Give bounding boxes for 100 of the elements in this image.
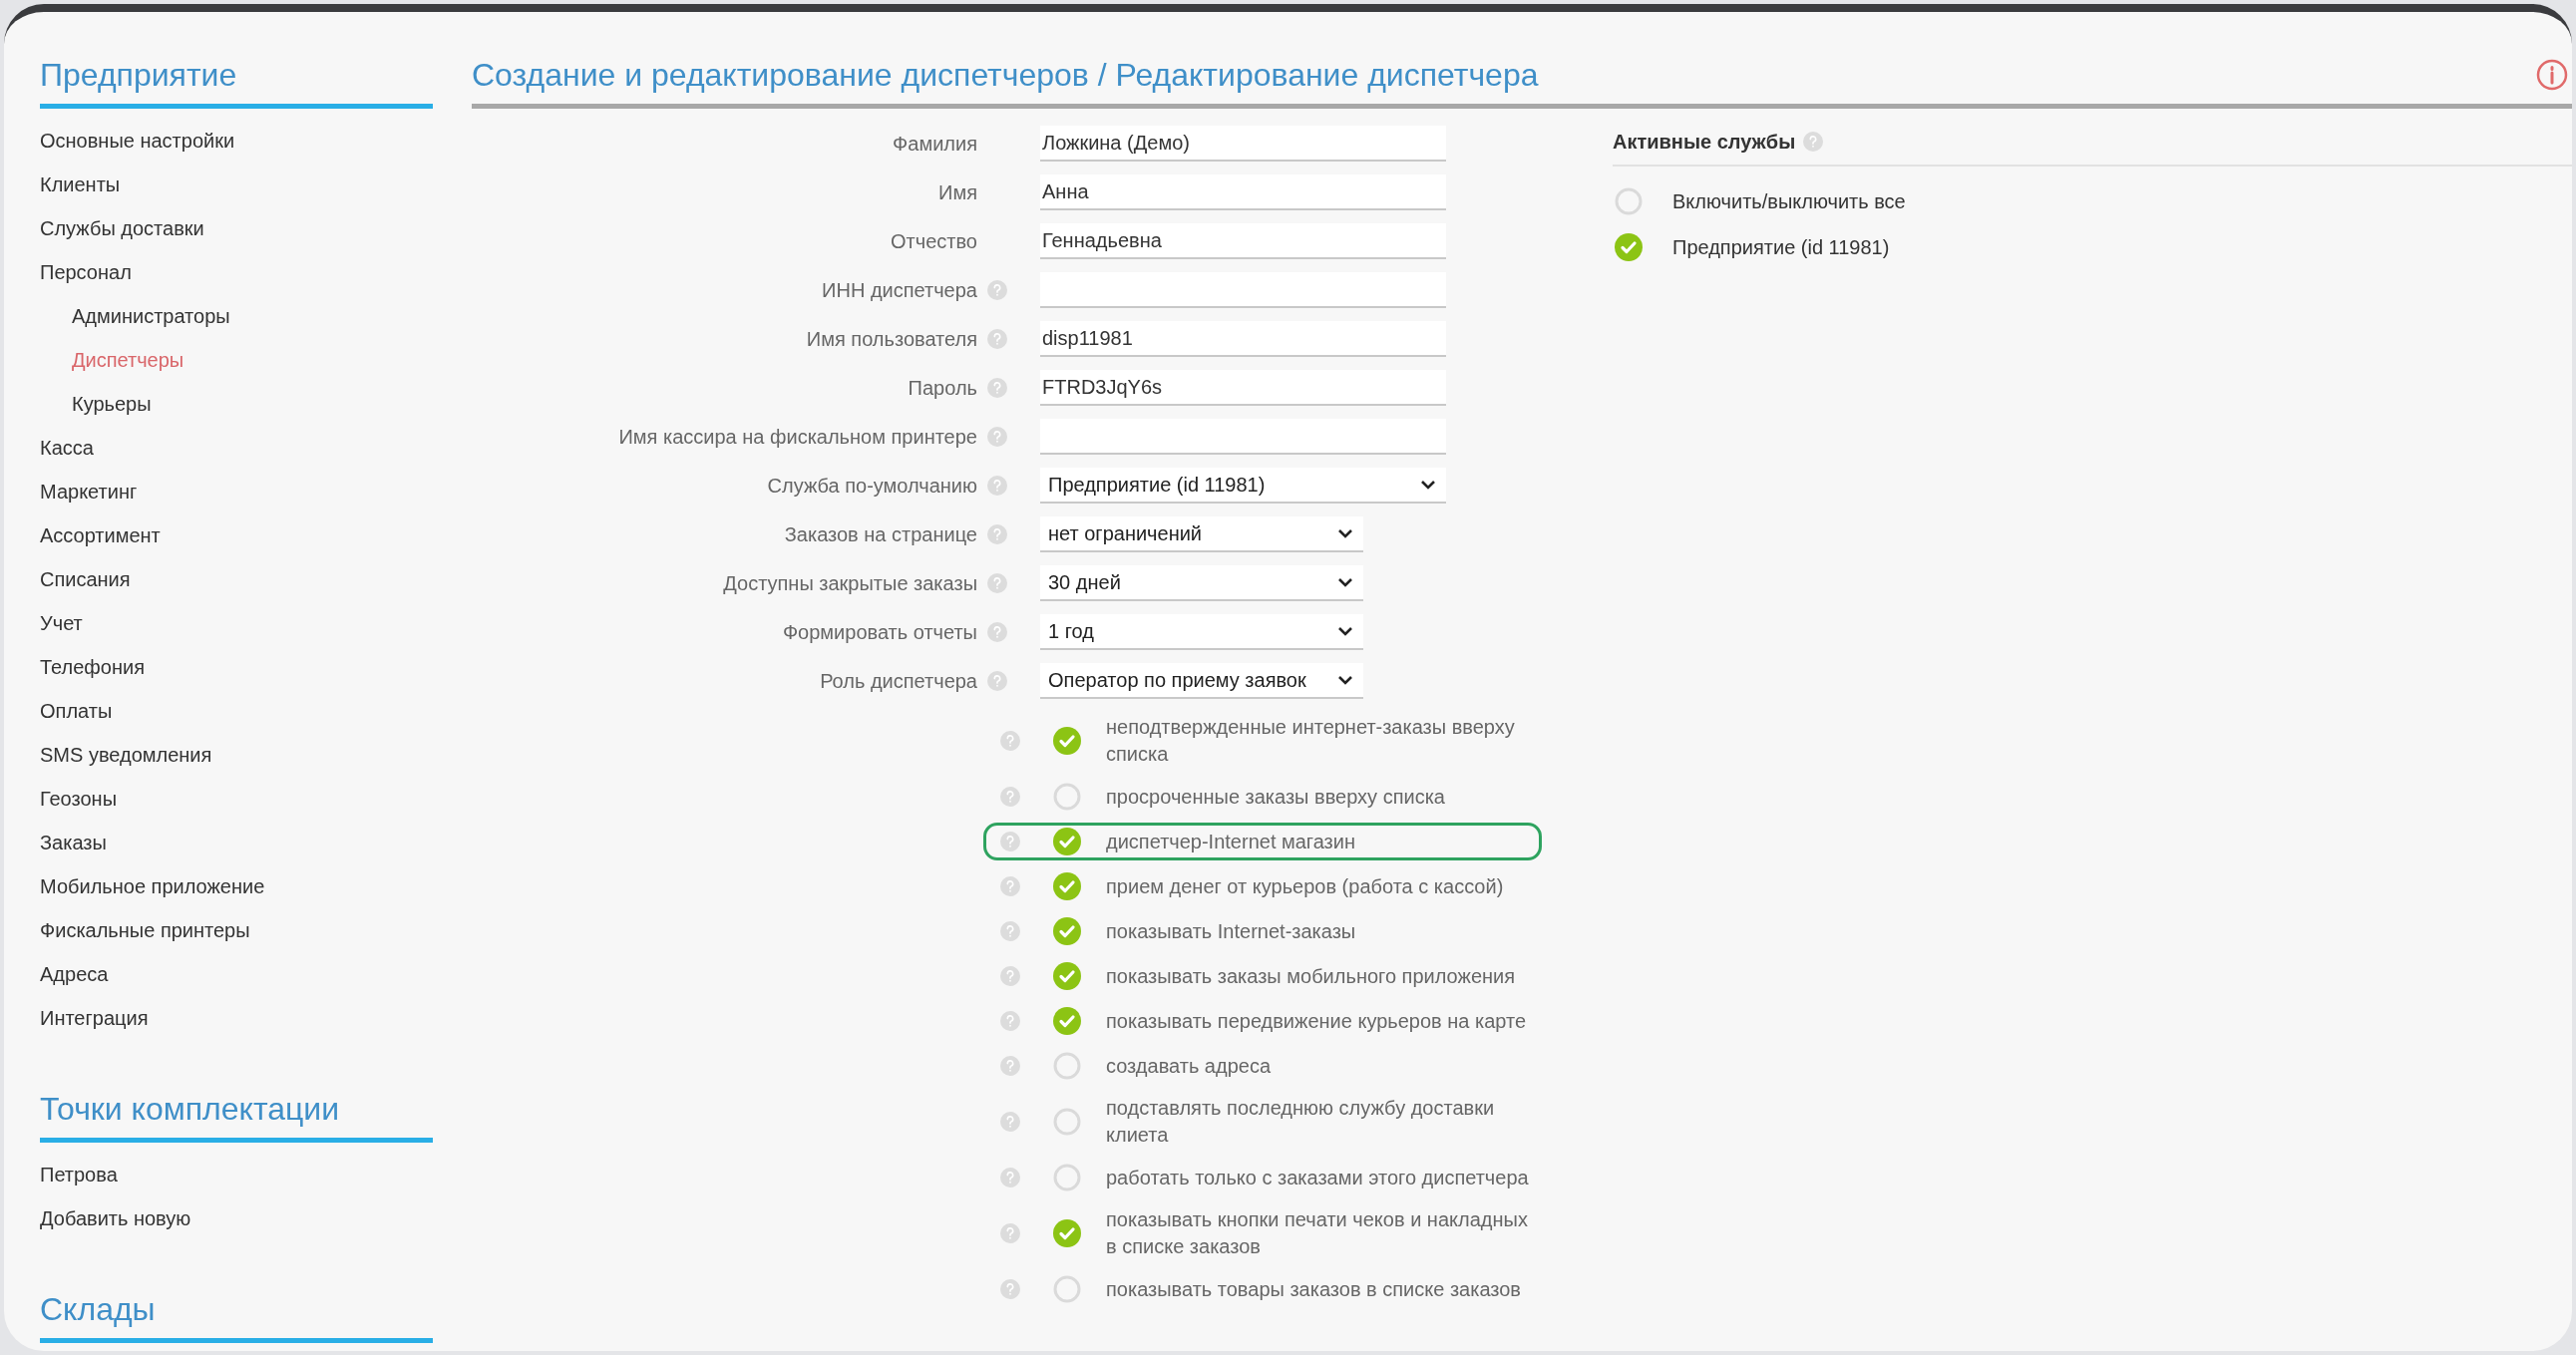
- unchecked-circle-icon[interactable]: [1053, 1164, 1081, 1191]
- help-icon[interactable]: [1000, 1279, 1020, 1299]
- unchecked-circle-icon[interactable]: [1615, 187, 1643, 215]
- help-icon[interactable]: [987, 426, 1007, 447]
- sidebar-item[interactable]: Добавить новую: [40, 1196, 191, 1240]
- input-field[interactable]: Геннадьевна: [1040, 222, 1446, 259]
- help-icon[interactable]: [987, 279, 1007, 300]
- info-icon[interactable]: [2536, 59, 2568, 91]
- section-heading: Активные службы: [1613, 130, 1796, 155]
- sidebar-item[interactable]: Администраторы: [40, 294, 230, 338]
- sidebar-item[interactable]: Основные настройки: [40, 119, 235, 163]
- checked-circle-icon[interactable]: [1053, 917, 1081, 945]
- field-label: Формировать отчеты: [782, 619, 977, 645]
- unchecked-circle-icon[interactable]: [1053, 1275, 1081, 1303]
- input-field[interactable]: FTRD3JqY6s: [1040, 369, 1446, 406]
- sidebar-item[interactable]: Ассортимент: [40, 513, 161, 557]
- select-dropdown[interactable]: 1 год: [1040, 613, 1363, 650]
- help-icon[interactable]: [1803, 132, 1824, 152]
- option-label[interactable]: просроченные заказы вверху списка: [1106, 783, 1539, 811]
- section-heading: Склады: [40, 1286, 433, 1343]
- checked-circle-icon[interactable]: [1053, 872, 1081, 900]
- field-label: Доступны закрытые заказы: [723, 570, 977, 596]
- sidebar-item[interactable]: Интеграция: [40, 996, 149, 1040]
- option-label[interactable]: неподтвержденные интернет-заказы вверху списка: [1106, 714, 1539, 768]
- unchecked-circle-icon[interactable]: [1053, 1108, 1081, 1136]
- sidebar-item[interactable]: Фискальные принтеры: [40, 908, 250, 952]
- help-icon[interactable]: [987, 377, 1007, 398]
- section-heading: Предприятие: [40, 52, 433, 109]
- field-label: Служба по-умолчанию: [767, 473, 977, 499]
- checked-circle-icon[interactable]: [1053, 828, 1081, 855]
- help-icon[interactable]: [1000, 731, 1020, 751]
- checked-circle-icon[interactable]: [1053, 962, 1081, 990]
- sidebar-item[interactable]: Учет: [40, 601, 83, 645]
- field-label: Заказов на странице: [784, 521, 977, 547]
- help-icon[interactable]: [1000, 787, 1020, 807]
- input-field[interactable]: [1040, 418, 1446, 455]
- help-icon[interactable]: [1000, 1011, 1020, 1031]
- checked-circle-icon[interactable]: [1615, 233, 1643, 261]
- sidebar-item[interactable]: Курьеры: [40, 382, 152, 426]
- option-label[interactable]: диспетчер-Internet магазин: [1106, 828, 1539, 855]
- unchecked-circle-icon[interactable]: [1053, 783, 1081, 811]
- help-icon[interactable]: [987, 621, 1007, 642]
- option-label[interactable]: подставлять последнюю службу доставки клиета: [1106, 1095, 1539, 1149]
- input-field[interactable]: [1040, 271, 1446, 308]
- select-dropdown[interactable]: нет ограничений: [1040, 515, 1363, 552]
- option-label[interactable]: показывать заказы мобильного приложения: [1106, 962, 1539, 990]
- option-label[interactable]: показывать передвижение курьеров на карте: [1106, 1007, 1539, 1035]
- sidebar-item[interactable]: Службы доставки: [40, 206, 204, 250]
- checked-circle-icon[interactable]: [1053, 727, 1081, 755]
- sidebar-item[interactable]: Геозоны: [40, 777, 117, 821]
- option-label[interactable]: показывать кнопки печати чеков и накладных в списке заказов: [1106, 1206, 1539, 1260]
- sidebar-item[interactable]: Петрова: [40, 1153, 118, 1196]
- help-icon[interactable]: [987, 328, 1007, 349]
- option-label[interactable]: прием денег от курьеров (работа с кассой): [1106, 872, 1539, 900]
- help-icon[interactable]: [1000, 1168, 1020, 1187]
- sidebar-item[interactable]: Списания: [40, 557, 131, 601]
- help-icon[interactable]: [987, 523, 1007, 544]
- help-icon[interactable]: [1000, 1223, 1020, 1243]
- sidebar-item[interactable]: Адреса: [40, 952, 109, 996]
- sidebar-item[interactable]: Касса: [40, 426, 94, 470]
- section-heading: Точки комплектации: [40, 1086, 433, 1143]
- sidebar-item[interactable]: Оплаты: [40, 689, 113, 733]
- option-label[interactable]: показывать товары заказов в списке заказов: [1106, 1275, 1539, 1303]
- checked-circle-icon[interactable]: [1053, 1007, 1081, 1035]
- sidebar-item[interactable]: Персонал: [40, 250, 132, 294]
- sidebar-item[interactable]: SMS уведомления: [40, 733, 212, 777]
- sidebar-item[interactable]: Заказы: [40, 821, 107, 864]
- help-icon[interactable]: [1000, 966, 1020, 986]
- help-icon[interactable]: [987, 572, 1007, 593]
- field-label: Имя: [938, 179, 977, 205]
- sidebar-item[interactable]: Маркетинг: [40, 470, 138, 513]
- sidebar-item[interactable]: Клиенты: [40, 163, 121, 206]
- checked-circle-icon[interactable]: [1053, 1219, 1081, 1247]
- help-icon[interactable]: [1000, 1112, 1020, 1132]
- help-icon[interactable]: [1000, 1056, 1020, 1076]
- chevron-down-icon: [1337, 674, 1353, 685]
- option-label[interactable]: создавать адреса: [1106, 1052, 1539, 1080]
- help-icon[interactable]: [987, 670, 1007, 691]
- input-field[interactable]: Ложкина (Демо): [1040, 125, 1446, 162]
- sidebar-item[interactable]: Телефония: [40, 645, 145, 689]
- help-icon[interactable]: [1000, 876, 1020, 896]
- option-label[interactable]: работать только с заказами этого диспетчера: [1106, 1164, 1539, 1191]
- service-option-label[interactable]: Включить/выключить все: [1672, 186, 1906, 216]
- help-icon[interactable]: [1000, 832, 1020, 851]
- select-dropdown[interactable]: Оператор по приему заявок: [1040, 662, 1363, 699]
- sidebar-item[interactable]: Мобильное приложение: [40, 864, 265, 908]
- field-label: Фамилия: [893, 131, 977, 157]
- input-field[interactable]: disp11981: [1040, 320, 1446, 357]
- field-label: Имя кассира на фискальном принтере: [618, 424, 977, 450]
- service-option-label[interactable]: Предприятие (id 11981): [1672, 232, 1890, 262]
- help-icon[interactable]: [1000, 921, 1020, 941]
- help-icon[interactable]: [987, 475, 1007, 496]
- select-dropdown[interactable]: Предприятие (id 11981): [1040, 467, 1446, 504]
- field-label: ИНН диспетчера: [822, 277, 977, 303]
- unchecked-circle-icon[interactable]: [1053, 1052, 1081, 1080]
- option-label[interactable]: показывать Internet-заказы: [1106, 917, 1539, 945]
- chevron-down-icon: [1337, 527, 1353, 538]
- input-field[interactable]: Анна: [1040, 173, 1446, 210]
- select-dropdown[interactable]: 30 дней: [1040, 564, 1363, 601]
- field-label: Пароль: [908, 375, 977, 401]
